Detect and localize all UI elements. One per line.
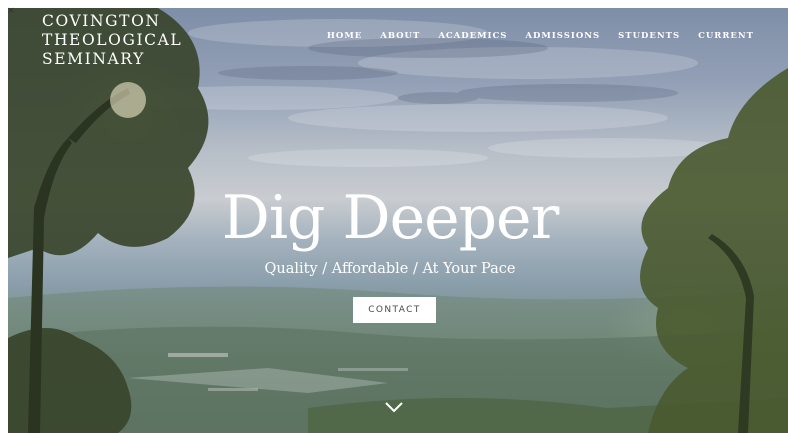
- nav-item-academics[interactable]: ACADEMICS: [438, 31, 507, 41]
- logo-line-2: THEOLOGICAL: [42, 31, 183, 49]
- nav-item-home[interactable]: HOME: [327, 31, 362, 41]
- nav-item-current[interactable]: CURRENT: [698, 31, 754, 41]
- hero-tagline: Quality / Affordable / At Your Pace: [264, 261, 516, 277]
- nav-item-about[interactable]: ABOUT: [380, 31, 420, 41]
- main-nav: HOME ABOUT ACADEMICS ADMISSIONS STUDENTS…: [327, 31, 754, 41]
- logo-line-3: SEMINARY: [42, 50, 145, 68]
- nav-item-admissions[interactable]: ADMISSIONS: [525, 31, 600, 41]
- nav-item-students[interactable]: STUDENTS: [618, 31, 680, 41]
- close-icon[interactable]: ×: [6, 6, 16, 16]
- chevron-down-icon[interactable]: [384, 401, 404, 413]
- contact-button[interactable]: CONTACT: [353, 297, 436, 323]
- hero-headline: Dig Deeper: [221, 183, 560, 253]
- site-logo[interactable]: COVINGTON THEOLOGICAL SEMINARY: [42, 12, 182, 69]
- logo-line-1: COVINGTON: [42, 12, 161, 30]
